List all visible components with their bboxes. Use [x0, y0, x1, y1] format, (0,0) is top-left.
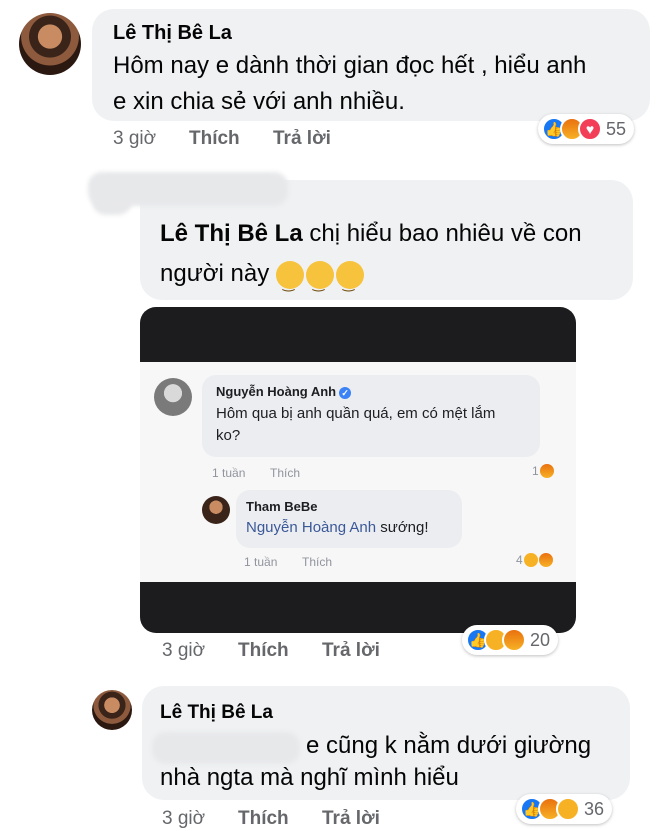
attached-image[interactable]: Nguyễn Hoàng Anh ✓ Hôm qua bị anh quần qu…: [140, 307, 576, 633]
avatar: [154, 378, 192, 416]
smirk-emoji: [305, 260, 334, 301]
haha-icon: [523, 553, 538, 567]
reaction-count: 4: [516, 553, 523, 567]
reaction-count: 36: [584, 798, 605, 819]
comment-text: e cũng k nằm dưới giường: [306, 732, 592, 759]
reaction-summary[interactable]: 👍 36: [516, 794, 613, 824]
comment-text: Nguyễn Hoàng Anh sướng!: [246, 519, 429, 536]
reaction-count: 20: [530, 629, 551, 650]
reply-button[interactable]: Trả lời: [322, 808, 380, 830]
reaction-count: 1: [532, 464, 539, 478]
reaction-count: 55: [606, 118, 627, 139]
reaction-summary: 1: [532, 464, 554, 478]
haha-icon: [556, 797, 580, 821]
comment-text: Hôm nay e dành thời gian đọc hết , hiểu …: [113, 52, 587, 79]
comment-time: 1 tuần: [244, 555, 278, 569]
comment-text: nhà ngta mà nghĩ mình hiểu: [160, 764, 459, 791]
comment-time[interactable]: 3 giờ: [162, 808, 205, 830]
angry-icon: [539, 464, 554, 478]
comment-author[interactable]: Lê Thị Bê La: [113, 22, 232, 45]
hidden-name: [88, 172, 288, 206]
reaction-summary[interactable]: 👍 ♥ 55: [538, 114, 635, 144]
avatar[interactable]: [92, 690, 132, 730]
smirk-emoji: [335, 260, 364, 301]
comment-time[interactable]: 3 giờ: [113, 128, 156, 150]
comment-author: Tham BeBe: [246, 499, 318, 514]
avatar: [202, 496, 230, 524]
like-button: Thích: [302, 555, 333, 569]
comment-text: Hôm qua bị anh quần quá, em có mệt lắm: [216, 405, 496, 422]
like-button[interactable]: Thích: [238, 640, 289, 662]
comment-time: 1 tuần: [212, 466, 246, 480]
comment-text: người này: [160, 256, 366, 301]
comment-text: ko?: [216, 427, 241, 444]
reaction-summary[interactable]: 👍 20: [462, 625, 559, 655]
angry-icon: [502, 628, 526, 652]
verified-icon: ✓: [339, 386, 352, 399]
like-button[interactable]: Thích: [189, 128, 240, 150]
comment-author: Nguyễn Hoàng Anh ✓: [216, 384, 352, 399]
attached-image-content: Nguyễn Hoàng Anh ✓ Hôm qua bị anh quần qu…: [140, 362, 576, 582]
reply-button[interactable]: Trả lời: [273, 128, 331, 150]
comment-text: Lê Thị Bê La chị hiểu bao nhiêu về con: [160, 216, 582, 252]
comment-author[interactable]: Lê Thị Bê La: [160, 702, 273, 724]
like-button: Thích: [270, 466, 301, 480]
angry-icon: [538, 553, 553, 567]
reply-button[interactable]: Trả lời: [322, 640, 380, 662]
comment-text-line: người này: [160, 260, 270, 287]
like-button[interactable]: Thích: [238, 808, 289, 830]
comment-time[interactable]: 3 giờ: [162, 640, 205, 662]
reaction-summary: 4: [516, 553, 553, 567]
avatar[interactable]: [19, 13, 81, 75]
comment-text-line: chị hiểu bao nhiêu về con: [309, 220, 582, 247]
comment-text: e xin chia sẻ với anh nhiều.: [113, 88, 405, 115]
smirk-emoji: [275, 260, 304, 301]
tagged-name[interactable]: Lê Thị Bê La: [160, 220, 303, 247]
love-icon: ♥: [578, 117, 602, 141]
